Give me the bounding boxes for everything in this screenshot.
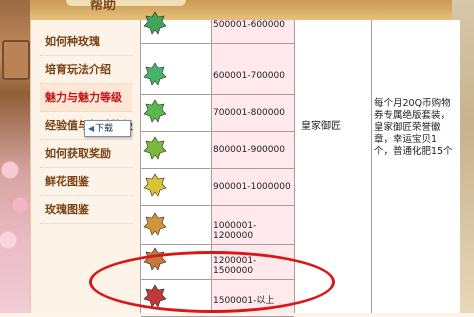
range-cell: 500001-600000 (213, 20, 285, 30)
range-cell: 700001-800000 (213, 108, 285, 118)
row-divider (141, 244, 294, 245)
sidebar-item-charm-level[interactable]: 魅力与魅力等级 (40, 84, 132, 112)
range-cell: 1000001-1200000 (213, 221, 257, 241)
download-label: 下载 (95, 124, 114, 134)
row-divider (141, 43, 294, 44)
reward-cell: 每个月20Q币购物券专属绝版套装，皇家御匠荣誉徽章，幸运宝贝1个，普通化肥15个 (374, 98, 453, 157)
title-cell: 皇家御匠 (301, 121, 341, 132)
reward-column (372, 20, 460, 313)
charm-badge-icon (143, 10, 167, 38)
highlight-circle (89, 251, 335, 313)
column-divider (371, 20, 372, 313)
download-tooltip[interactable]: ◀下载 (84, 120, 131, 137)
header-tab (66, 0, 186, 6)
charm-badge-icon (143, 98, 167, 126)
row-divider (141, 131, 294, 132)
row-divider (141, 94, 294, 95)
download-arrow-icon: ◀ (88, 124, 95, 133)
charm-badge-icon (143, 135, 167, 163)
charm-badge-icon (143, 211, 167, 239)
sidebar-item-cultivation-guide[interactable]: 培育玩法介绍 (40, 56, 132, 84)
charm-badge-icon (143, 172, 167, 200)
window-title: 帮助 (90, 0, 117, 13)
range-cell: 800001-900000 (213, 145, 285, 155)
background-scenery-left (0, 0, 30, 313)
range-cell: 900001-1000000 (213, 182, 291, 192)
row-divider (141, 168, 294, 169)
sidebar-item-flower-guide[interactable]: 鲜花图鉴 (40, 168, 132, 196)
help-window-header: 帮助 (30, 0, 452, 21)
sidebar-item-rewards[interactable]: 如何获取奖励 (40, 140, 132, 168)
charm-badge-icon (143, 61, 167, 89)
row-divider (141, 205, 294, 206)
sidebar-item-how-to-plant[interactable]: 如何种玫瑰 (40, 28, 132, 56)
range-cell: 600001-700000 (213, 71, 285, 81)
sidebar-item-rose-guide[interactable]: 玫瑰图鉴 (40, 196, 132, 224)
